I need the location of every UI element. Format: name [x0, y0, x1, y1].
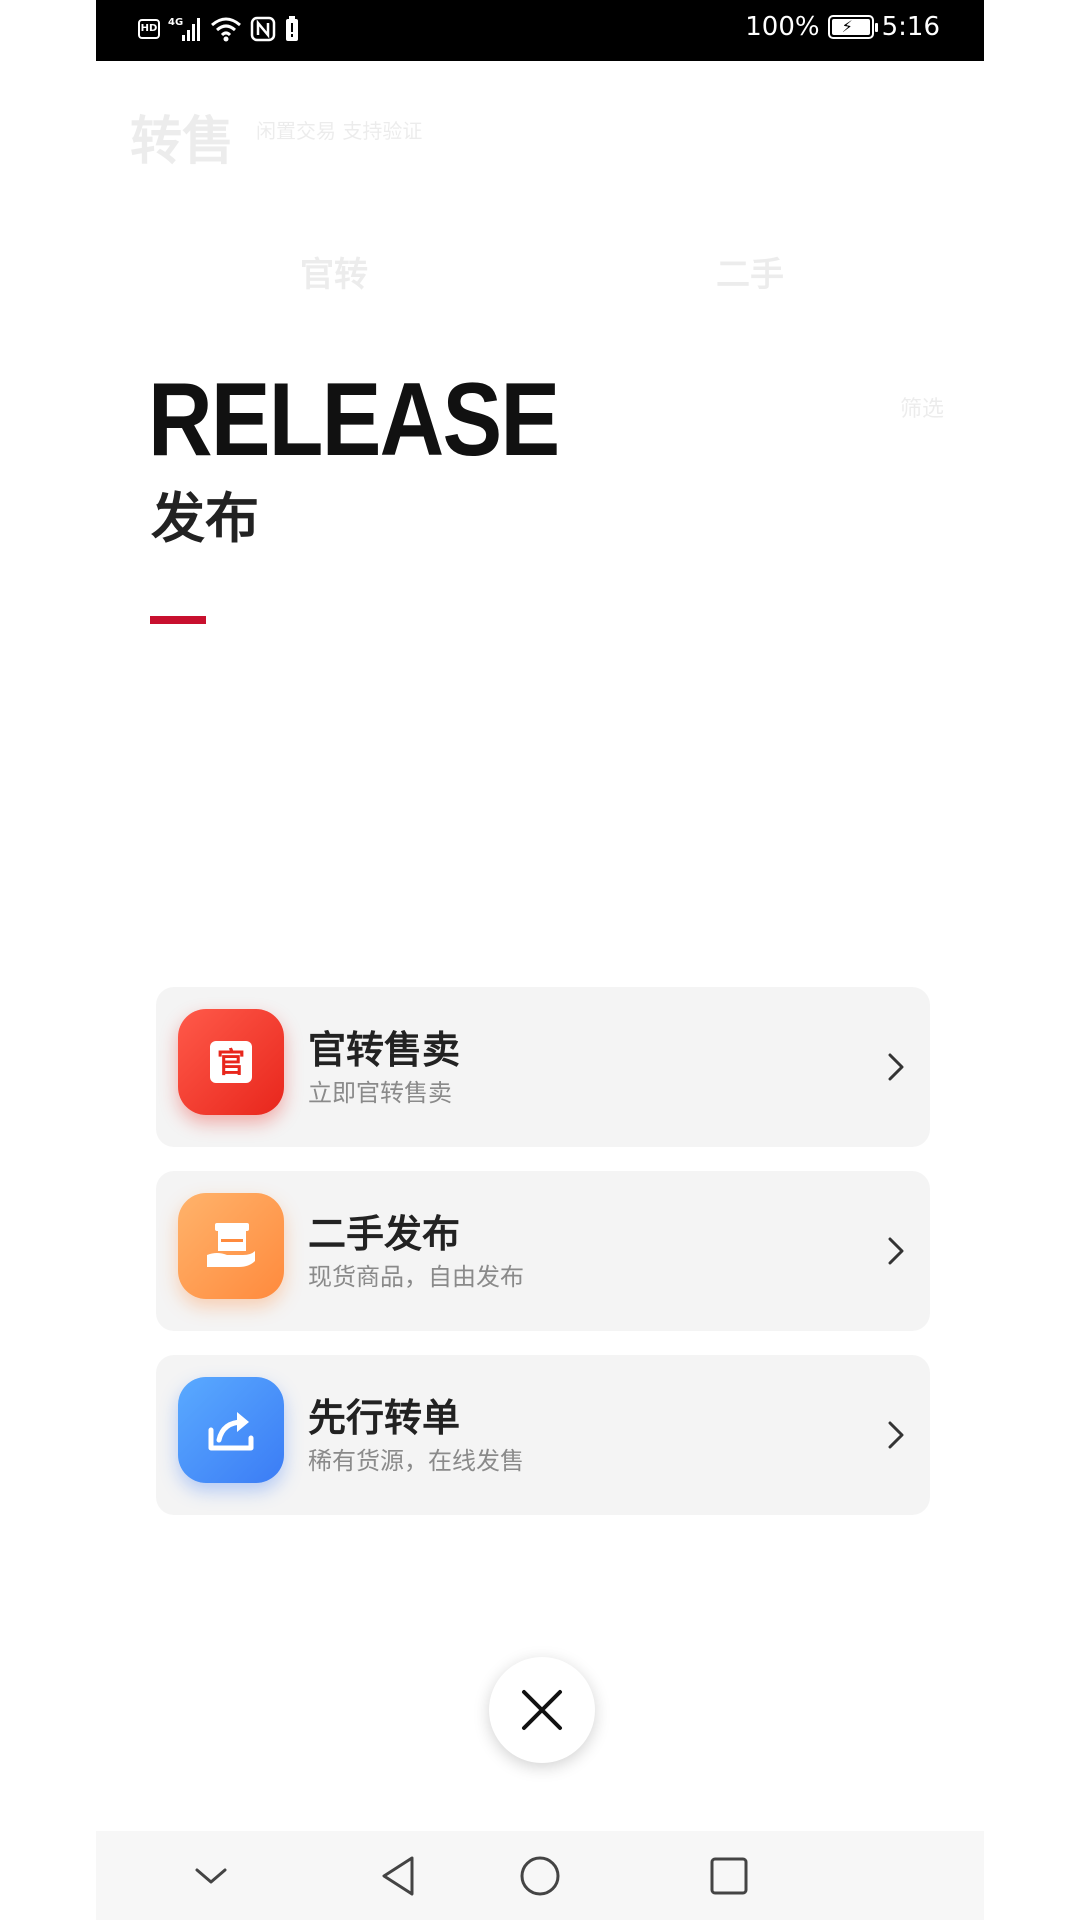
background-app: 转售 闲置交易 支持验证 官转 二手 筛选: [96, 61, 984, 1831]
network-type: 4G: [168, 17, 183, 28]
close-button[interactable]: [489, 1657, 595, 1763]
option-subtitle: 稀有货源，在线发售: [308, 1447, 524, 1475]
close-icon: [522, 1690, 562, 1730]
nav-hide-button[interactable]: [188, 1853, 234, 1899]
nav-recents-button[interactable]: [706, 1853, 752, 1899]
option-subtitle: 立即官转售卖: [308, 1079, 452, 1107]
battery-alert-icon: [284, 14, 300, 44]
svg-text:官: 官: [217, 1046, 245, 1079]
option-title: 二手发布: [308, 1212, 461, 1256]
bg-tab-official: 官转: [300, 254, 368, 295]
status-right: 100% ⚡ 5:16: [745, 12, 940, 42]
official-badge-icon: 官: [178, 1009, 284, 1115]
share-forward-icon: [178, 1377, 284, 1483]
release-title-en: RELEASE: [148, 362, 560, 478]
bg-title: 转售: [130, 112, 235, 172]
signal-icon: 4G: [168, 14, 202, 44]
accent-divider: [150, 616, 206, 624]
chevron-right-icon: [888, 1421, 904, 1449]
option-presale-transfer[interactable]: 先行转单 稀有货源，在线发售: [156, 1355, 930, 1515]
bg-tab-secondhand: 二手: [716, 254, 784, 295]
home-icon: [520, 1856, 560, 1896]
status-bar: HD 4G 100% ⚡ 5:16: [96, 0, 984, 61]
box-hand-icon: [178, 1193, 284, 1299]
option-title: 先行转单: [308, 1396, 461, 1440]
status-left: HD 4G: [138, 14, 300, 44]
chevron-right-icon: [888, 1237, 904, 1265]
release-title-cn: 发布: [151, 487, 259, 550]
hd-icon: HD: [138, 19, 160, 39]
option-subtitle: 现货商品，自由发布: [308, 1263, 524, 1291]
nav-back-button[interactable]: [375, 1853, 421, 1899]
back-icon: [382, 1856, 414, 1896]
release-overlay: HD 4G 100% ⚡ 5:16 转售 闲置交易 支持验证 官转 二手 筛选 …: [96, 0, 984, 1920]
bg-filter: 筛选: [899, 397, 944, 422]
clock: 5:16: [881, 12, 940, 42]
chevron-right-icon: [888, 1053, 904, 1081]
nav-home-button[interactable]: [517, 1853, 563, 1899]
battery-charging-icon: ⚡: [827, 15, 878, 39]
bg-search-placeholder: 闲置交易 支持验证: [256, 119, 423, 143]
nfc-icon: [250, 14, 276, 44]
chevron-down-icon: [195, 1868, 227, 1884]
recents-icon: [710, 1857, 748, 1895]
bg-tabs: 官转 二手: [126, 211, 958, 331]
option-title: 官转售卖: [308, 1028, 461, 1072]
battery-percent: 100%: [745, 12, 820, 42]
option-secondhand-publish[interactable]: 二手发布 现货商品，自由发布: [156, 1171, 930, 1331]
wifi-icon: [210, 14, 242, 44]
system-nav-bar: [96, 1831, 984, 1920]
option-official-resale[interactable]: 官 官转售卖 立即官转售卖: [156, 987, 930, 1147]
